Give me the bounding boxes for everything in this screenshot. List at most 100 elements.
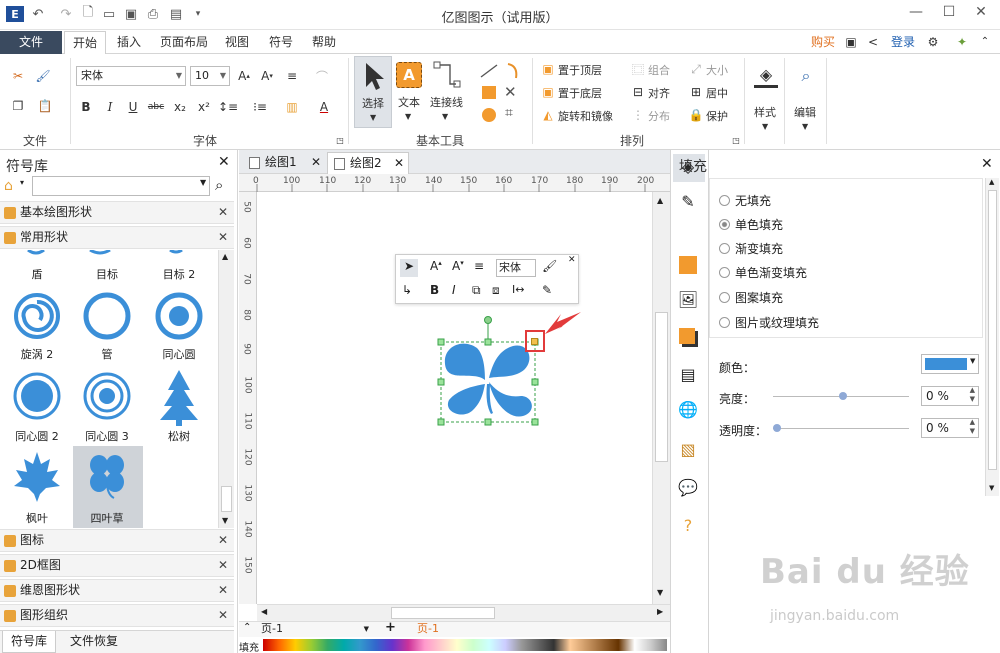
search-icon[interactable]: ⌕ (215, 176, 223, 194)
tab-view[interactable]: 视图 (220, 31, 254, 54)
chevron-up-icon[interactable]: ⌃ (243, 622, 251, 633)
brightness-slider-knob[interactable] (839, 392, 847, 400)
floating-font-select[interactable]: 宋体 (496, 259, 536, 277)
plugin-icon[interactable]: ✦ (952, 31, 972, 54)
increase-font-icon[interactable]: A▴ (234, 66, 254, 86)
rotate-mirror-button[interactable]: 旋转和镜像 (558, 108, 613, 124)
bullet-list-icon[interactable]: ⁝≡ (250, 97, 270, 117)
highlight-color-icon[interactable]: ▥ (282, 97, 302, 117)
scroll-left-icon[interactable]: ◀ (261, 607, 267, 616)
line-spacing-icon[interactable]: ↕≡ (218, 97, 238, 117)
close-icon[interactable]: ✕ (981, 156, 993, 172)
transparency-input[interactable]: 0 % ▲ ▼ (921, 418, 979, 438)
tab-home[interactable]: 开始 (64, 31, 106, 55)
fill-panel-scrollbar[interactable]: ▲ ▼ (985, 178, 999, 496)
italic-button[interactable]: I (100, 97, 120, 117)
close-icon[interactable]: ✕ (218, 605, 228, 626)
library-scrollbar[interactable]: ▲ ▼ (218, 250, 234, 528)
scroll-up-icon[interactable]: ▲ (657, 196, 663, 205)
file-menu[interactable]: 文件 (0, 31, 62, 54)
connector-style-icon[interactable]: ↳ (402, 283, 412, 297)
strikethrough-button[interactable]: abc (146, 97, 166, 117)
align-icon[interactable]: ⊟ (628, 82, 648, 102)
close-icon[interactable]: ✕ (218, 202, 228, 223)
category-common-shapes[interactable]: 常用形状 ✕ (0, 226, 234, 249)
text-tool-label[interactable]: 文本 (398, 94, 420, 110)
bring-front-icon[interactable]: ⧉ (472, 283, 481, 298)
search-icon[interactable]: ⌕ (794, 64, 818, 88)
category-2d-block[interactable]: 2D框图 ✕ (0, 554, 234, 577)
scroll-down-icon[interactable]: ▼ (989, 484, 994, 492)
copy-icon[interactable]: ❐ (8, 96, 28, 116)
brightness-input[interactable]: 0 % ▲ ▼ (921, 386, 979, 406)
superscript-button[interactable]: x² (194, 97, 214, 117)
center-icon[interactable]: ⊞ (686, 82, 706, 102)
close-icon[interactable]: ✕ (218, 227, 228, 248)
skin-icon[interactable]: ▣ (842, 31, 860, 54)
drawing-canvas[interactable]: ➤ A▴ A▾ ≡ 宋体 🖌 ✕ ↳ B I ⧉ ⧈ I↔ ✎ (257, 192, 652, 604)
send-to-back-icon[interactable]: ▣ (538, 82, 558, 102)
line-pen-icon[interactable]: ✎ (677, 192, 699, 214)
font-dialog-launcher-icon[interactable]: ◳ (330, 130, 350, 150)
crop-tool-icon[interactable]: ⌗ (505, 105, 513, 121)
send-to-back-button[interactable]: 置于底层 (558, 85, 602, 101)
close-icon[interactable]: ✕ (311, 152, 321, 173)
spinner-arrows-icon[interactable]: ▲ ▼ (970, 386, 975, 404)
arrange-dialog-launcher-icon[interactable]: ◳ (726, 130, 746, 150)
fill-option-single-gradient[interactable]: 单色渐变填充 (719, 264, 807, 281)
scroll-thumb[interactable] (391, 607, 495, 619)
layer-icon[interactable] (679, 328, 695, 344)
shadow-icon[interactable] (679, 256, 697, 274)
italic-button[interactable]: I (452, 283, 456, 297)
bold-button[interactable]: B (430, 283, 439, 297)
tab-insert[interactable]: 插入 (112, 31, 146, 54)
connector-tool-label[interactable]: 连接线 (430, 94, 463, 110)
cross-connector-icon[interactable]: ✕ (504, 83, 517, 101)
category-icons[interactable]: 图标 ✕ (0, 529, 234, 552)
center-button[interactable]: 居中 (706, 85, 728, 101)
category-venn[interactable]: 维恩图形状 ✕ (0, 579, 234, 602)
text-tool-icon[interactable]: A (396, 62, 422, 88)
page-select[interactable]: 页-1 ▼ (261, 622, 371, 637)
settings-gear-icon[interactable]: ⚙ (922, 31, 944, 54)
image-icon[interactable]: 🖼 (677, 290, 699, 312)
scroll-up-icon[interactable]: ▲ (222, 252, 228, 261)
text-align-icon[interactable]: ≡ (474, 259, 484, 273)
chevron-down-icon[interactable]: ▾ (20, 178, 24, 187)
spinner-arrows-icon[interactable]: ▲ ▼ (970, 418, 975, 436)
protect-button[interactable]: 保护 (706, 108, 728, 124)
scroll-thumb[interactable] (221, 486, 232, 512)
tab-page-layout[interactable]: 页面布局 (156, 31, 212, 54)
color-swatches[interactable] (263, 639, 667, 651)
bring-to-front-button[interactable]: 置于顶层 (558, 62, 602, 78)
size-button[interactable]: 大小 (706, 62, 728, 78)
scroll-down-icon[interactable]: ▼ (222, 516, 228, 525)
color-picker[interactable]: ▼ (921, 354, 979, 374)
decrease-font-icon[interactable]: A▾ (452, 259, 464, 273)
font-name-select[interactable]: 宋体 ▼ (76, 66, 186, 86)
collapse-ribbon-icon[interactable]: ⌃ (976, 31, 994, 54)
current-page-tab[interactable]: 页-1 (417, 622, 439, 636)
edit-button[interactable]: 编辑 (794, 104, 816, 120)
add-page-button[interactable]: + (385, 620, 396, 635)
lock-icon[interactable]: 🔒 (686, 105, 706, 125)
line-tool-icon[interactable] (480, 64, 498, 78)
home-icon[interactable]: ⌂ (4, 178, 13, 194)
close-icon[interactable]: ✕ (218, 580, 228, 601)
attachment-icon[interactable]: ▧ (677, 440, 699, 462)
document-properties-icon[interactable]: ▤ (677, 365, 699, 387)
scroll-up-icon[interactable]: ▲ (989, 178, 994, 186)
tab-symbol-library[interactable]: 符号库 (2, 631, 56, 653)
bring-to-front-icon[interactable]: ▣ (538, 59, 558, 79)
group-button[interactable]: 组合 (648, 62, 670, 78)
font-color-icon[interactable]: A (314, 97, 334, 117)
tab-file-recovery[interactable]: 文件恢复 (64, 631, 124, 653)
rectangle-tool-icon[interactable] (482, 86, 496, 99)
line-style-icon[interactable]: ✎ (542, 283, 552, 297)
doc-tab-2[interactable]: 绘图2 ✕ (327, 152, 409, 174)
size-icon[interactable]: ⤢ (686, 59, 706, 79)
canvas-horizontal-scrollbar[interactable]: ◀ ▶ (257, 604, 670, 621)
library-search-input[interactable] (32, 176, 210, 196)
control-point-handle[interactable] (531, 338, 538, 345)
category-basic-drawing[interactable]: 基本绘图形状 ✕ (0, 201, 234, 224)
